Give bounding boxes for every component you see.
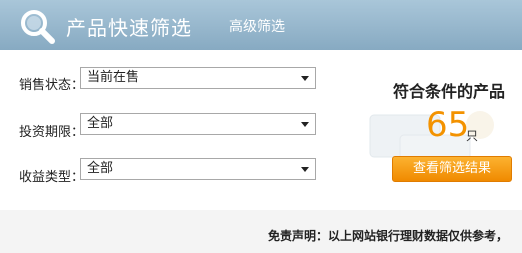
header-bar: 产品快速筛选 高级筛选 <box>0 0 522 50</box>
result-unit: 只 <box>466 129 479 143</box>
sales-status-label: 销售状态： <box>19 78 85 93</box>
investment-term-value: 全部 <box>87 116 114 131</box>
return-type-value: 全部 <box>87 161 114 176</box>
disclaimer-text: 免责声明：以上网站银行理财数据仅供参考， <box>268 229 509 243</box>
chevron-down-icon <box>301 122 309 127</box>
view-results-button[interactable]: 查看筛选结果 <box>392 156 512 182</box>
return-type-label: 收益类型： <box>19 170 85 185</box>
investment-term-select[interactable]: 全部 <box>80 113 316 135</box>
chevron-down-icon <box>301 167 309 172</box>
investment-term-label: 投资期限： <box>19 125 85 140</box>
sales-status-value: 当前在售 <box>87 70 140 85</box>
result-title: 符合条件的产品 <box>393 82 506 101</box>
sales-status-select[interactable]: 当前在售 <box>80 67 316 89</box>
chevron-down-icon <box>301 76 309 81</box>
result-count: 65 <box>426 105 470 145</box>
advanced-filter-link[interactable]: 高级筛选 <box>229 16 285 36</box>
page-title: 产品快速筛选 <box>66 16 192 40</box>
return-type-select[interactable]: 全部 <box>80 158 316 180</box>
search-icon <box>21 10 55 44</box>
